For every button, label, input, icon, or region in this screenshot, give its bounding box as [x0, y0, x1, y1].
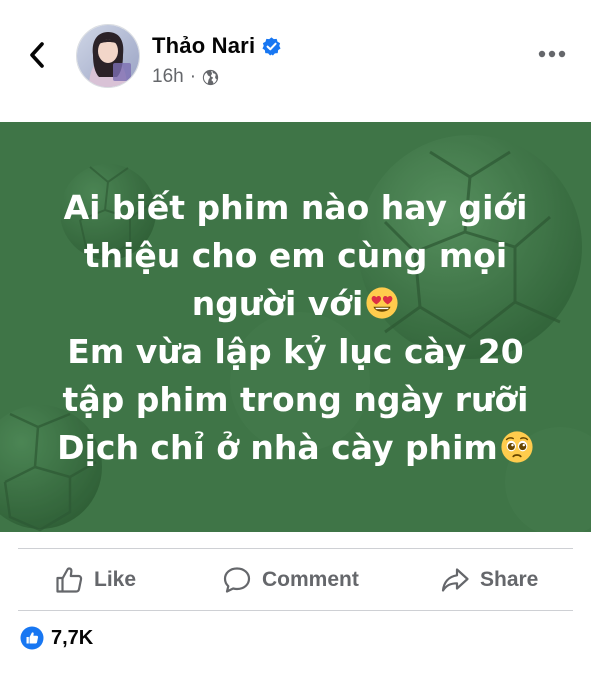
share-button[interactable]: Share: [440, 550, 538, 610]
post-line-1: Ai biết phim nào hay giới: [63, 188, 528, 227]
post-line-3: người với: [191, 284, 364, 323]
share-arrow-icon: [441, 568, 469, 592]
like-label: Like: [94, 568, 137, 591]
comment-bubble-icon: [223, 567, 251, 593]
verified-badge-icon: [262, 36, 281, 56]
share-label: Share: [480, 568, 539, 591]
post-line-2: thiệu cho em cùng mọi: [83, 236, 508, 275]
post-line-3-wrap: người với: [0, 280, 591, 328]
post-line-4: Em vừa lập kỷ lục cày 20: [67, 332, 524, 371]
divider-top: [18, 548, 573, 549]
action-bar: Like Comment Share: [0, 550, 591, 610]
divider-bottom: [18, 610, 573, 611]
comment-label: Comment: [262, 568, 359, 591]
like-button[interactable]: Like: [54, 550, 136, 610]
pleading-face-emoji: [501, 431, 533, 463]
post-line-5: tập phim trong ngày rưỡi: [62, 380, 529, 419]
avatar[interactable]: [76, 24, 140, 88]
comment-button[interactable]: Comment: [222, 550, 359, 610]
globe-icon: [202, 69, 219, 85]
avatar-image: [77, 25, 139, 87]
heart-eyes-emoji: [366, 287, 398, 319]
post-text: Ai biết phim nào hay giới thiệu cho em c…: [0, 184, 591, 472]
post-line-6-wrap: Dịch chỉ ở nhà cày phim: [0, 424, 591, 472]
reactions-summary[interactable]: 7,7K: [20, 626, 93, 650]
more-dots-icon: [538, 50, 566, 58]
chevron-left-icon: [30, 42, 44, 68]
post-line-6: Dịch chỉ ở nhà cày phim: [57, 428, 498, 467]
post-background-card[interactable]: Ai biết phim nào hay giới thiệu cho em c…: [0, 122, 591, 532]
meta-separator: ·: [189, 66, 197, 87]
thumbs-up-icon: [56, 567, 83, 593]
post-header: Thảo Nari 16h ·: [0, 0, 591, 122]
back-button[interactable]: [20, 38, 54, 72]
post-meta: 16h ·: [152, 66, 219, 88]
more-options-button[interactable]: [537, 44, 567, 64]
post-time[interactable]: 16h: [152, 66, 184, 88]
author-row: Thảo Nari: [152, 33, 282, 59]
reaction-count: 7,7K: [51, 626, 94, 649]
author-name[interactable]: Thảo Nari: [152, 33, 255, 59]
like-reaction-icon: [20, 626, 44, 650]
